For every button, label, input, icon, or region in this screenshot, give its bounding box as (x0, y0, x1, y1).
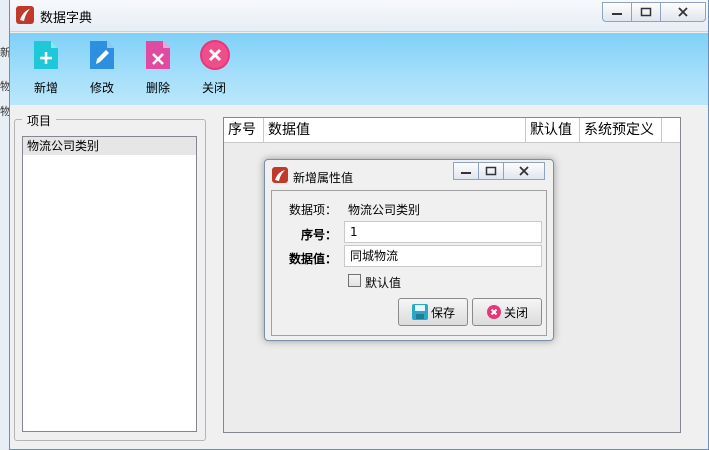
default-checkbox[interactable] (348, 274, 361, 287)
default-checkbox-label: 默认值 (365, 276, 402, 290)
close-button[interactable]: 关闭 (190, 39, 238, 96)
close-circle-icon (486, 304, 502, 320)
dialog-minimize-button[interactable] (453, 162, 479, 180)
dialog-title-bar[interactable]: 新增属性值 (265, 160, 553, 188)
minimize-button[interactable] (602, 2, 632, 22)
seq-input[interactable]: 1 (344, 221, 542, 243)
save-button-label: 保存 (430, 305, 455, 320)
delete-button-label: 删除 (145, 81, 170, 95)
maximize-icon (640, 7, 652, 17)
close-x-icon (519, 166, 529, 176)
maximize-button[interactable] (631, 2, 661, 22)
minimize-icon (612, 13, 622, 15)
delete-document-icon (143, 39, 173, 71)
add-button-label: 新增 (33, 81, 58, 95)
save-icon (411, 303, 429, 321)
edit-button-label: 修改 (89, 81, 114, 95)
edit-document-icon (87, 39, 117, 71)
delete-button[interactable]: 删除 (134, 39, 182, 96)
window-close-button[interactable] (660, 2, 706, 22)
grid-header: 序号 数据值 默认值 系统预定义 (224, 118, 680, 143)
list-item[interactable]: 物流公司类别 (23, 137, 196, 155)
close-circle-icon (199, 39, 230, 71)
column-header-value[interactable]: 数据值 (264, 118, 526, 142)
add-attribute-dialog: 新增属性值 数据项： 物流公司类别 序号： 1 数据值： 同城物流 默认值 保存… (264, 159, 554, 341)
close-x-icon (678, 7, 688, 17)
column-header-seq[interactable]: 序号 (224, 118, 264, 142)
edit-button[interactable]: 修改 (78, 39, 126, 96)
add-button[interactable]: 新增 (22, 39, 70, 96)
value-input[interactable]: 同城物流 (344, 245, 542, 267)
add-document-icon (31, 39, 61, 71)
items-groupbox-legend: 项目 (22, 112, 57, 129)
dialog-close-x-button[interactable] (503, 162, 545, 180)
dialog-title: 新增属性值 (293, 171, 354, 185)
items-listbox[interactable]: 物流公司类别 (22, 136, 197, 432)
toolbar: 新增 修改 删除 关闭 (10, 33, 708, 105)
data-item-label: 数据项： (289, 203, 338, 217)
app-logo-icon (16, 6, 34, 24)
close-button-label: 关闭 (201, 81, 226, 95)
window-title: 数据字典 (40, 11, 93, 26)
value-label: 数据值： (289, 252, 338, 266)
dialog-app-logo-icon (272, 167, 288, 183)
column-header-system-predefined[interactable]: 系统预定义 (580, 118, 662, 142)
dialog-close-button-label: 关闭 (503, 305, 528, 320)
minimize-icon (461, 172, 471, 174)
dialog-maximize-button[interactable] (478, 162, 504, 180)
seq-label: 序号： (301, 228, 338, 242)
dialog-body: 数据项： 物流公司类别 序号： 1 数据值： 同城物流 默认值 保存 关闭 (271, 190, 547, 336)
title-bar[interactable]: 数据字典 (10, 0, 708, 32)
data-item-value: 物流公司类别 (348, 203, 421, 217)
save-button[interactable]: 保存 (398, 298, 468, 326)
dialog-close-button[interactable]: 关闭 (472, 298, 542, 326)
column-header-default[interactable]: 默认值 (526, 118, 580, 142)
maximize-icon (485, 166, 497, 176)
